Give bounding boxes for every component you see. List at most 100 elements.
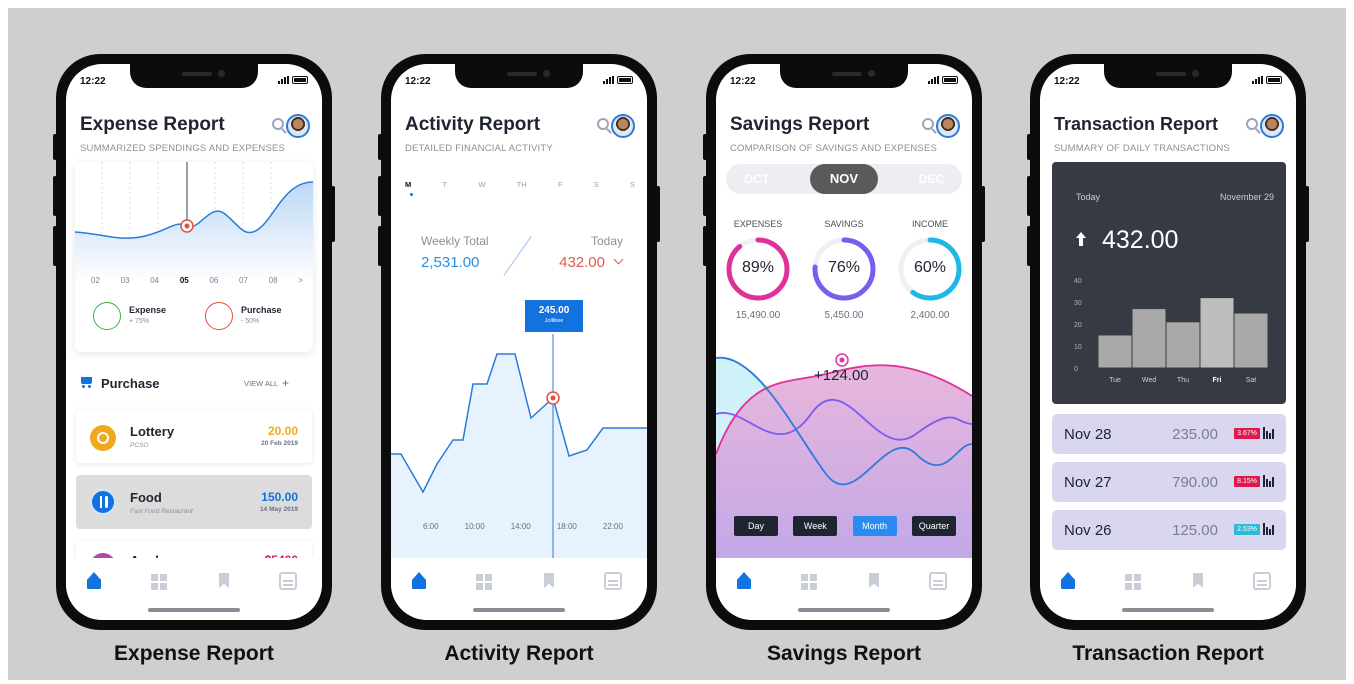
status-time: 12:22 bbox=[1054, 76, 1080, 87]
row-amount: 125.00 bbox=[1172, 522, 1218, 539]
search-icon[interactable] bbox=[272, 118, 284, 130]
section-title: Purchase bbox=[101, 376, 160, 391]
day-label[interactable]: 03 bbox=[121, 276, 130, 285]
period-month-selected[interactable]: Month bbox=[852, 516, 897, 536]
page-subtitle: SUMMARIZED SPENDINGS AND EXPENSES bbox=[80, 143, 286, 154]
legend-purchase-value: - 50% bbox=[241, 318, 260, 325]
ring-percent: 89% bbox=[741, 259, 775, 276]
avatar[interactable] bbox=[611, 114, 635, 138]
month-dec[interactable]: DEC bbox=[919, 172, 944, 186]
y-tick-label: 30 bbox=[1074, 300, 1082, 307]
caption-savings: Savings Report bbox=[766, 642, 922, 665]
page-title: Expense Report bbox=[80, 114, 225, 135]
battery-icon bbox=[1266, 76, 1282, 84]
battery-icon bbox=[942, 76, 958, 84]
add-icon[interactable]: + bbox=[282, 376, 289, 390]
transaction-row[interactable]: Nov 26 125.00 2.53% bbox=[1052, 510, 1286, 550]
period-quarter[interactable]: Quarter bbox=[911, 516, 956, 536]
grid-icon[interactable] bbox=[149, 572, 167, 590]
list-item[interactable]: Lottery PCSO 20.00 20 Feb 2019 bbox=[76, 409, 312, 463]
row-percent-badge: 2.53% bbox=[1234, 524, 1260, 535]
row-date: Nov 26 bbox=[1064, 522, 1112, 539]
bookmark-icon[interactable] bbox=[540, 572, 558, 590]
day-label[interactable]: 06 bbox=[209, 276, 218, 285]
weekday[interactable]: T bbox=[442, 180, 447, 189]
day-label[interactable]: 04 bbox=[150, 276, 159, 285]
signal-icon bbox=[1252, 76, 1263, 84]
search-icon[interactable] bbox=[922, 118, 934, 130]
home-icon[interactable] bbox=[735, 572, 753, 590]
tooltip-label: Jollibee bbox=[544, 318, 564, 324]
caption-expense: Expense Report bbox=[114, 642, 274, 665]
scan-icon[interactable] bbox=[929, 572, 947, 590]
item-name: Lottery bbox=[130, 424, 175, 439]
day-label[interactable]: 08 bbox=[269, 276, 278, 285]
avatar[interactable] bbox=[1260, 114, 1284, 138]
ring-amount: 2,400.00 bbox=[910, 310, 950, 321]
status-time: 12:22 bbox=[80, 76, 106, 87]
scan-icon[interactable] bbox=[279, 572, 297, 590]
weekday[interactable]: TH bbox=[517, 180, 527, 189]
scan-icon[interactable] bbox=[1253, 572, 1271, 590]
period-day[interactable]: Day bbox=[734, 516, 778, 536]
month-nov-selected[interactable]: NOV bbox=[810, 164, 878, 194]
view-all-link[interactable]: VIEW ALL bbox=[244, 379, 278, 388]
bar-tue bbox=[1097, 334, 1133, 369]
screen-activity: 12:22 Activity Report DETAILED FINANCIAL… bbox=[391, 64, 647, 620]
home-indicator bbox=[798, 608, 890, 612]
ring-metrics: EXPENSES 89% 15,490.00 SAVINGS 76% 5,450.00 IN… bbox=[716, 214, 972, 329]
weekday[interactable]: S bbox=[594, 180, 599, 189]
weekday[interactable]: W bbox=[478, 180, 485, 189]
transaction-row[interactable]: Nov 27 790.00 8.15% bbox=[1052, 462, 1286, 502]
day-label[interactable]: 07 bbox=[239, 276, 248, 285]
phone-expense: 12:22 Expense Report SUMMARIZED SPENDING… bbox=[53, 54, 335, 630]
chart-tooltip: 245.00 Jollibee bbox=[525, 300, 583, 332]
home-indicator bbox=[1122, 608, 1214, 612]
row-date: Nov 28 bbox=[1064, 426, 1112, 443]
month-oct[interactable]: OCT bbox=[744, 172, 769, 186]
home-icon[interactable] bbox=[1059, 572, 1077, 590]
grid-icon[interactable] bbox=[474, 572, 492, 590]
tab-bar bbox=[66, 558, 322, 620]
day-label[interactable]: 02 bbox=[91, 276, 100, 285]
day-label-selected[interactable]: 05 bbox=[180, 276, 189, 285]
transaction-row[interactable]: Nov 28 235.00 3.67% bbox=[1052, 414, 1286, 454]
grid-icon[interactable] bbox=[1123, 572, 1141, 590]
status-bar: 12:22 bbox=[1040, 76, 1296, 90]
bookmark-icon[interactable] bbox=[215, 572, 233, 590]
bookmark-icon[interactable] bbox=[1189, 572, 1207, 590]
home-icon[interactable] bbox=[410, 572, 428, 590]
bar-chart-icon[interactable] bbox=[1263, 523, 1277, 535]
card-right-label: November 29 bbox=[1219, 192, 1274, 202]
next-arrow[interactable]: > bbox=[298, 276, 303, 285]
item-amount: 20.00 bbox=[267, 424, 298, 438]
scan-icon[interactable] bbox=[604, 572, 622, 590]
x-tick-label: Sat bbox=[1246, 377, 1257, 384]
search-icon[interactable] bbox=[597, 118, 609, 130]
list-item-selected[interactable]: Food Fast Food Restaurant 150.00 14 May … bbox=[76, 475, 312, 529]
row-date: Nov 27 bbox=[1064, 474, 1112, 491]
time-axis: 6:00 10:00 14:00 18:00 22:00 bbox=[423, 522, 623, 531]
weekday[interactable]: F bbox=[558, 180, 563, 189]
home-icon[interactable] bbox=[85, 572, 103, 590]
phone-activity: 12:22 Activity Report DETAILED FINANCIAL… bbox=[378, 54, 660, 630]
month-selector: OCT NOV DEC bbox=[726, 164, 962, 194]
battery-icon bbox=[617, 76, 633, 84]
bar-chart-icon[interactable] bbox=[1263, 427, 1277, 439]
search-icon[interactable] bbox=[1246, 118, 1258, 130]
grid-icon[interactable] bbox=[799, 572, 817, 590]
bar-chart-icon[interactable] bbox=[1263, 475, 1277, 487]
weekday[interactable]: S bbox=[630, 180, 635, 189]
chevron-down-icon[interactable] bbox=[613, 254, 624, 265]
period-week[interactable]: Week bbox=[793, 516, 838, 536]
phone-savings: 12:22 Savings Report COMPARISON OF SAVIN… bbox=[703, 54, 985, 630]
caption-activity: Activity Report bbox=[444, 642, 594, 665]
weekly-total-label: Weekly Total bbox=[421, 234, 489, 248]
signal-icon bbox=[603, 76, 614, 84]
home-indicator bbox=[473, 608, 565, 612]
avatar[interactable] bbox=[936, 114, 960, 138]
weekday-selected[interactable]: M bbox=[405, 180, 411, 189]
bookmark-icon[interactable] bbox=[865, 572, 883, 590]
page-subtitle: SUMMARY OF DAILY TRANSACTIONS bbox=[1054, 143, 1230, 154]
avatar[interactable] bbox=[286, 114, 310, 138]
